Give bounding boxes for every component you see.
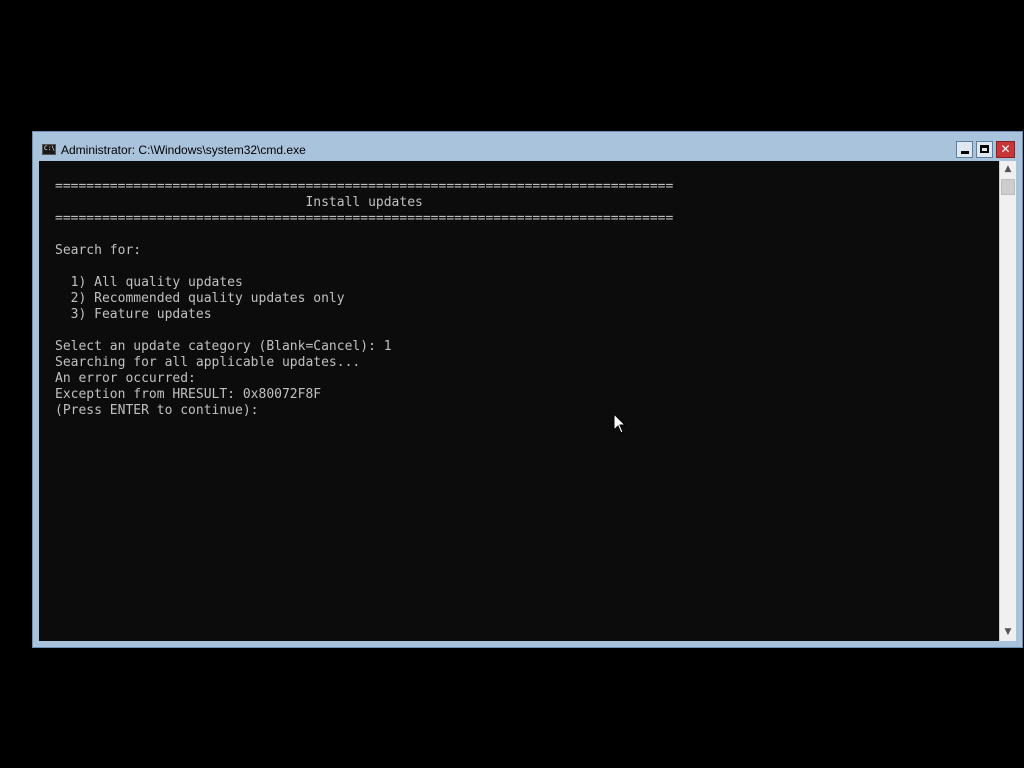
window-title: Administrator: C:\Windows\system32\cmd.e… <box>61 143 306 157</box>
cmd-window: C:\ Administrator: C:\Windows\system32\c… <box>32 131 1023 648</box>
console-output[interactable]: ========================================… <box>39 161 999 641</box>
minimize-icon <box>961 151 969 154</box>
mouse-pointer-icon <box>613 413 627 434</box>
console-line: Search for: <box>55 243 142 258</box>
close-icon: ✕ <box>1000 142 1011 156</box>
console-line: Exception from HRESULT: 0x80072F8F <box>55 387 322 402</box>
maximize-button[interactable] <box>976 141 993 158</box>
console-line: 3) Feature updates <box>55 307 212 322</box>
cmd-app-icon[interactable]: C:\ <box>42 144 56 155</box>
console-line: Select an update category (Blank=Cancel)… <box>55 339 392 354</box>
console-line: 2) Recommended quality updates only <box>55 291 345 306</box>
console-line: ========================================… <box>55 211 674 226</box>
title-bar[interactable]: C:\ Administrator: C:\Windows\system32\c… <box>33 132 1022 162</box>
scroll-up-arrow-icon[interactable]: ▲ <box>1000 161 1016 178</box>
console-line: Searching for all applicable updates... <box>55 355 361 370</box>
vertical-scrollbar[interactable]: ▲ ▼ <box>999 161 1016 641</box>
maximize-icon <box>980 145 989 153</box>
scroll-thumb[interactable] <box>1001 179 1015 195</box>
scroll-down-arrow-icon[interactable]: ▼ <box>1000 624 1016 641</box>
minimize-button[interactable] <box>956 141 973 158</box>
console-line: 1) All quality updates <box>55 275 243 290</box>
console-line: ========================================… <box>55 179 674 194</box>
console-line: Install updates <box>55 195 423 210</box>
console-text: ========================================… <box>55 179 673 419</box>
close-button[interactable]: ✕ <box>996 141 1015 158</box>
console-line: (Press ENTER to continue): <box>55 403 259 418</box>
cmd-icon-label: C:\ <box>44 145 55 152</box>
console-line: An error occurred: <box>55 371 196 386</box>
